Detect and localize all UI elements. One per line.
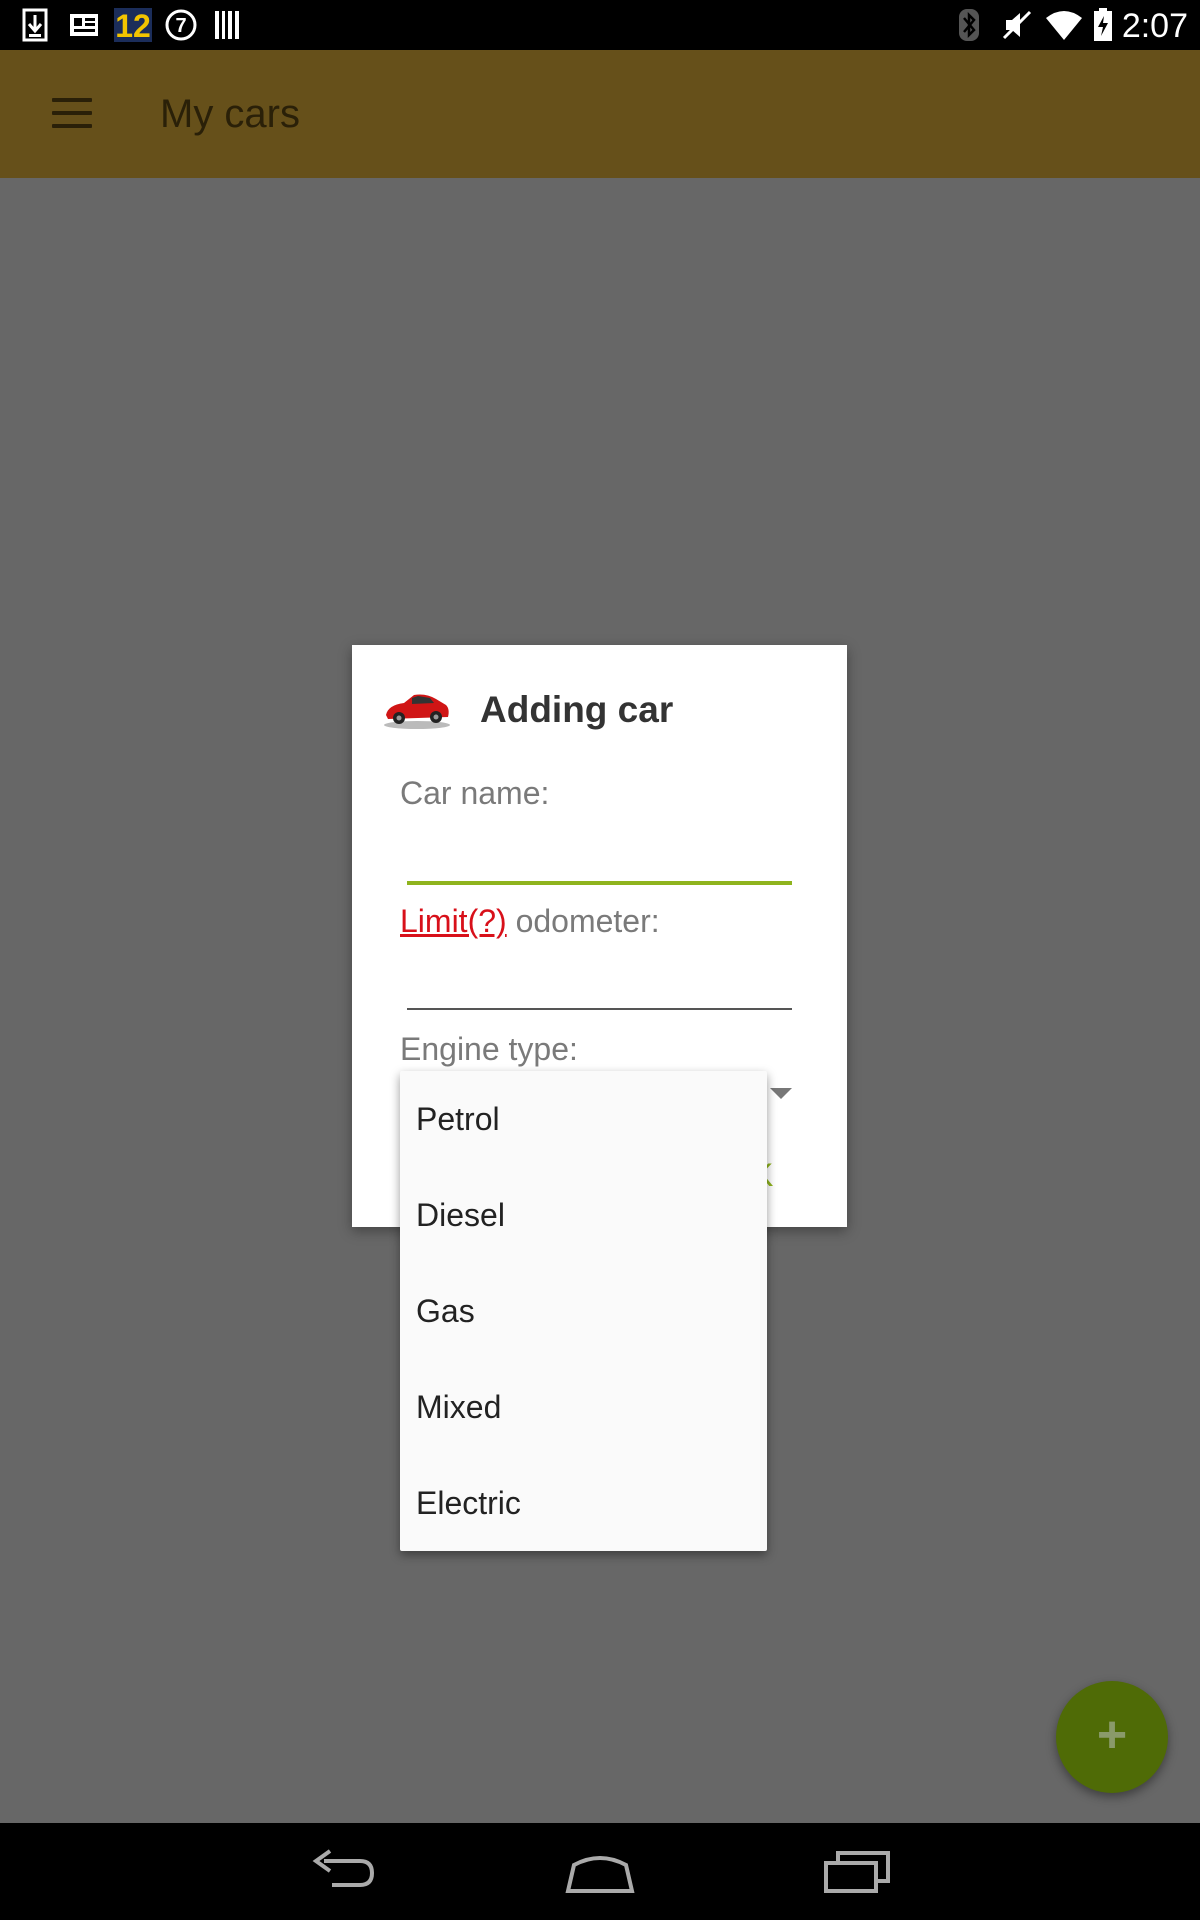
car-name-label: Car name: xyxy=(400,775,550,811)
news-icon xyxy=(70,14,98,36)
odometer-label-row: Limit(?) odometer: xyxy=(400,903,660,940)
dropdown-option-gas[interactable]: Gas xyxy=(400,1263,767,1359)
app-title: My cars xyxy=(160,92,300,136)
chevron-down-icon[interactable] xyxy=(770,1088,792,1099)
hamburger-menu-icon[interactable] xyxy=(52,98,92,130)
back-icon[interactable] xyxy=(308,1845,378,1901)
dropdown-option-diesel[interactable]: Diesel xyxy=(400,1167,767,1263)
add-car-fab[interactable]: + xyxy=(1056,1681,1168,1793)
barcode-icon xyxy=(215,11,239,39)
engine-type-label: Engine type: xyxy=(400,1031,578,1067)
dialog-title: Adding car xyxy=(480,689,674,730)
plus-icon: + xyxy=(1096,1706,1128,1764)
dropdown-option-petrol[interactable]: Petrol xyxy=(400,1071,767,1167)
dropdown-option-mixed[interactable]: Mixed xyxy=(400,1359,767,1455)
red-car-icon xyxy=(384,694,450,729)
odometer-input[interactable] xyxy=(407,958,792,1010)
car-name-input[interactable] xyxy=(407,831,792,885)
svg-text:7: 7 xyxy=(175,15,186,37)
home-icon[interactable] xyxy=(562,1845,638,1901)
limit-help-link[interactable]: Limit(?) xyxy=(400,903,507,939)
mute-icon xyxy=(1002,10,1032,40)
channel-12-icon: 12 xyxy=(114,8,152,42)
app-bar: My cars xyxy=(0,50,1200,178)
recents-icon[interactable] xyxy=(822,1845,892,1901)
engine-type-dropdown: Petrol Diesel Gas Mixed Electric xyxy=(400,1071,767,1551)
bluetooth-icon xyxy=(959,9,979,41)
wifi-icon xyxy=(1046,11,1082,40)
status-time: 2:07 xyxy=(1121,7,1188,45)
dropdown-option-electric[interactable]: Electric xyxy=(400,1455,767,1551)
svg-text:12: 12 xyxy=(115,8,151,42)
battery-icon xyxy=(1094,8,1112,41)
abc7-icon: 7 xyxy=(165,9,197,41)
download-icon xyxy=(22,8,48,42)
odometer-label: odometer: xyxy=(506,903,660,939)
status-bar: 12 7 2:07 xyxy=(0,0,1200,50)
navigation-bar xyxy=(0,1823,1200,1920)
